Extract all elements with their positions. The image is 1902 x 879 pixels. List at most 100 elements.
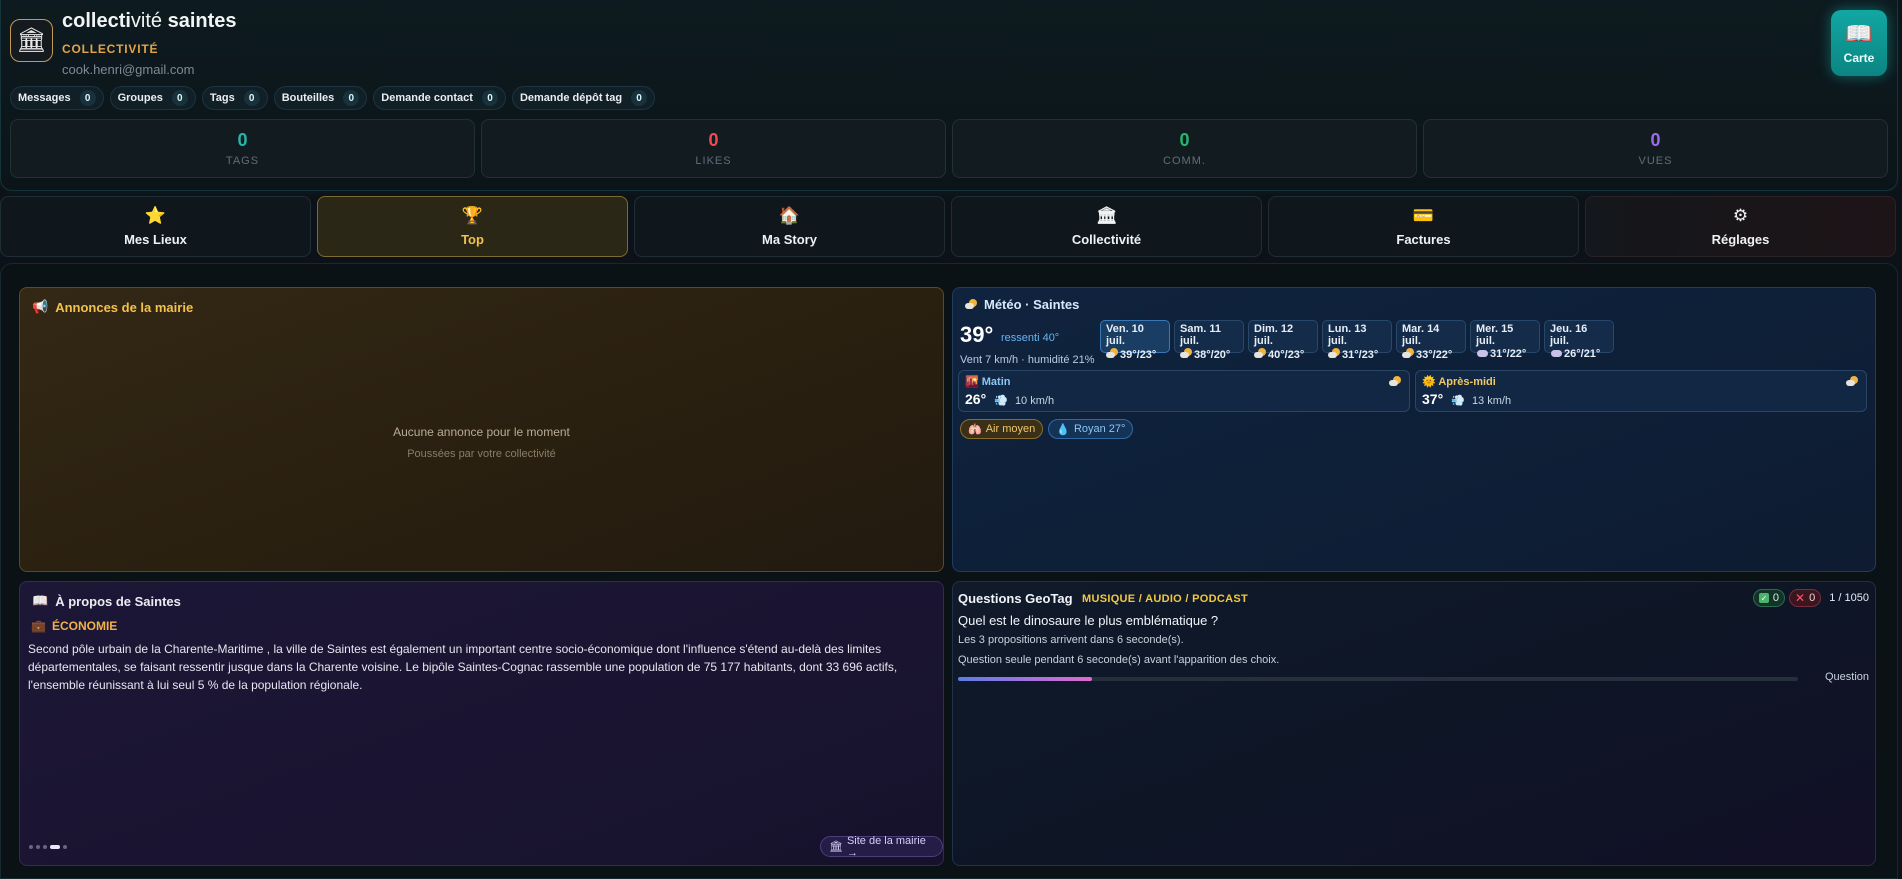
tab-label: Collectivité [1071,232,1142,247]
tab-collectivite[interactable]: 🏛 Collectivité [951,196,1262,257]
pill-messages[interactable]: Messages 0 [10,86,104,110]
tab-factures[interactable]: 💳 Factures [1268,196,1579,257]
tab-label: Factures [1396,232,1451,247]
question-progress-bar [958,677,1798,681]
stat-label: TAGS [225,155,260,167]
pill-count: 0 [631,90,648,106]
cross-icon: ✕ [1795,591,1806,605]
sun-cloud-icon [1106,348,1118,359]
cloud-icon [1476,348,1488,358]
day-temps: 40°/23° [1268,349,1305,361]
carte-button[interactable]: 📖 Carte [1831,10,1887,76]
pill-label: Tags [209,92,235,104]
org-name: collectivité saintes [62,10,237,32]
apropos-text: Second pôle urbain de la Charente-Mariti… [28,642,898,692]
pill-count: 0 [343,90,360,106]
meteo-title: Météo · Saintes [965,297,1079,312]
section-label: ÉCONOMIE [51,619,118,633]
day-temps: 31°/23° [1342,349,1379,361]
forecast-days: Ven. 10 juil. 39°/23° Sam. 11 juil. 38°/20… [1100,320,1614,361]
apropos-section: 💼 ÉCONOMIE [31,619,117,633]
pill-count: 0 [79,90,96,106]
forecast-day[interactable]: Dim. 12 juil. 40°/23° [1248,320,1318,361]
pill-tags[interactable]: Tags 0 [201,86,268,110]
sunrise-icon: 🌇 [965,376,979,388]
annonces-sub: Poussées par votre collectivité [407,448,556,460]
carousel-dots [29,845,67,849]
meteo-card: Météo · Saintes 39° ressenti 40° Vent 7 … [952,287,1876,572]
afternoon-panel: 🌞 Après-midi 37° 💨 13 km/h [1415,370,1867,412]
pill-count: 0 [243,90,260,106]
sun-cloud-icon [1846,376,1858,387]
profile-header: 🏛 collectivité saintes COLLECTIVITÉ cook… [0,0,1898,191]
day-name: Lun. 13 juil. [1328,323,1367,347]
tab-label: Ma Story [762,232,817,247]
pill-demande-depot-tag[interactable]: Demande dépôt tag 0 [511,86,656,110]
day-temps: 26°/21° [1564,348,1601,360]
forecast-day[interactable]: Sam. 11 juil. 38°/20° [1174,320,1244,361]
carousel-dot[interactable] [29,845,33,849]
tab-bar: ⭐ Mes Lieux 🏆 Top 🏠 Ma Story 🏛 Collectivité … [0,196,1896,257]
megaphone-icon: 📢 [32,299,49,314]
meteo-chips: 🫁 Air moyen 💧 Royan 27° [960,419,1134,439]
meteo-title-text: Météo · Saintes [984,297,1080,312]
sea-label: Royan 27° [1073,423,1126,435]
day-temps: 31°/22° [1490,348,1527,360]
star-icon: ⭐ [144,206,167,225]
sun-cloud-icon [1180,348,1192,359]
stat-label: VUES [1638,155,1673,167]
carte-label: Carte [1843,51,1875,65]
book-icon: 📖 [32,593,49,608]
cloud-icon [1550,348,1562,358]
pill-label: Groupes [117,92,163,104]
stat-vues: 0 VUES [1423,119,1888,178]
tab-ma-story[interactable]: 🏠 Ma Story [634,196,945,257]
bank-icon: 🏛 [1095,206,1118,225]
carousel-dot[interactable] [63,845,67,849]
bank-icon: 🏛 [829,841,843,853]
tab-reglages[interactable]: ⚙ Réglages [1585,196,1896,257]
tab-label: Top [461,232,484,247]
pill-groupes[interactable]: Groupes 0 [109,86,196,110]
feels-like: ressenti 40° [1001,332,1060,344]
correct-count: ✓ 0 [1752,589,1786,607]
sun-cloud-icon [1402,348,1414,359]
geotag-title: Questions GeoTag [958,591,1073,606]
tab-top[interactable]: 🏆 Top [317,196,628,257]
forecast-day[interactable]: Mar. 14 juil. 33°/22° [1396,320,1466,361]
forecast-day[interactable]: Mer. 15 juil. 31°/22° [1470,320,1540,360]
geotag-category: MUSIQUE / AUDIO / PODCAST [1082,593,1248,605]
pill-label: Bouteilles [281,92,335,104]
air-quality-chip: 🫁 Air moyen [960,419,1044,439]
pill-bouteilles[interactable]: Bouteilles 0 [273,86,368,110]
forecast-day[interactable]: Jeu. 16 juil. 26°/21° [1544,320,1614,360]
geotag-card: Questions GeoTag MUSIQUE / AUDIO / PODCA… [952,581,1876,866]
gear-icon: ⚙ [1732,206,1749,225]
stat-value: 0 [1179,130,1190,150]
pill-label: Demande dépôt tag [519,92,623,104]
carousel-dot[interactable] [43,845,47,849]
apropos-title: 📖 À propos de Saintes [32,593,181,609]
stat-value: 0 [708,130,719,150]
pill-demande-contact[interactable]: Demande contact 0 [373,86,506,110]
day-name: Sam. 11 juil. [1180,323,1221,347]
carousel-dot[interactable] [36,845,40,849]
forecast-day[interactable]: Lun. 13 juil. 31°/23° [1322,320,1392,361]
stat-tags: 0 TAGS [10,119,475,178]
pill-count: 0 [171,90,188,106]
bank-icon: 🏛 [10,19,53,62]
forecast-day[interactable]: Ven. 10 juil. 39°/23° [1100,320,1170,361]
day-temps: 38°/20° [1194,349,1231,361]
wrong-count: ✕ 0 [1789,589,1822,607]
site-mairie-button[interactable]: 🏛 Site de la mairie → [820,835,943,859]
day-name: Dim. 12 juil. [1254,323,1294,347]
stat-label: LIKES [695,155,732,167]
tab-mes-lieux[interactable]: ⭐ Mes Lieux [0,196,311,257]
current-temp: 39° [960,322,994,347]
wind-icon: 💨 [994,395,1008,407]
annonces-title-text: Annonces de la mairie [55,299,194,315]
geotag-score: ✓ 0 ✕ 0 1 / 1050 [1752,589,1869,607]
annonces-card: 📢 Annonces de la mairie Aucune annonce po… [19,287,944,572]
sun-icon [965,299,977,310]
carousel-dot-active[interactable] [50,845,60,849]
